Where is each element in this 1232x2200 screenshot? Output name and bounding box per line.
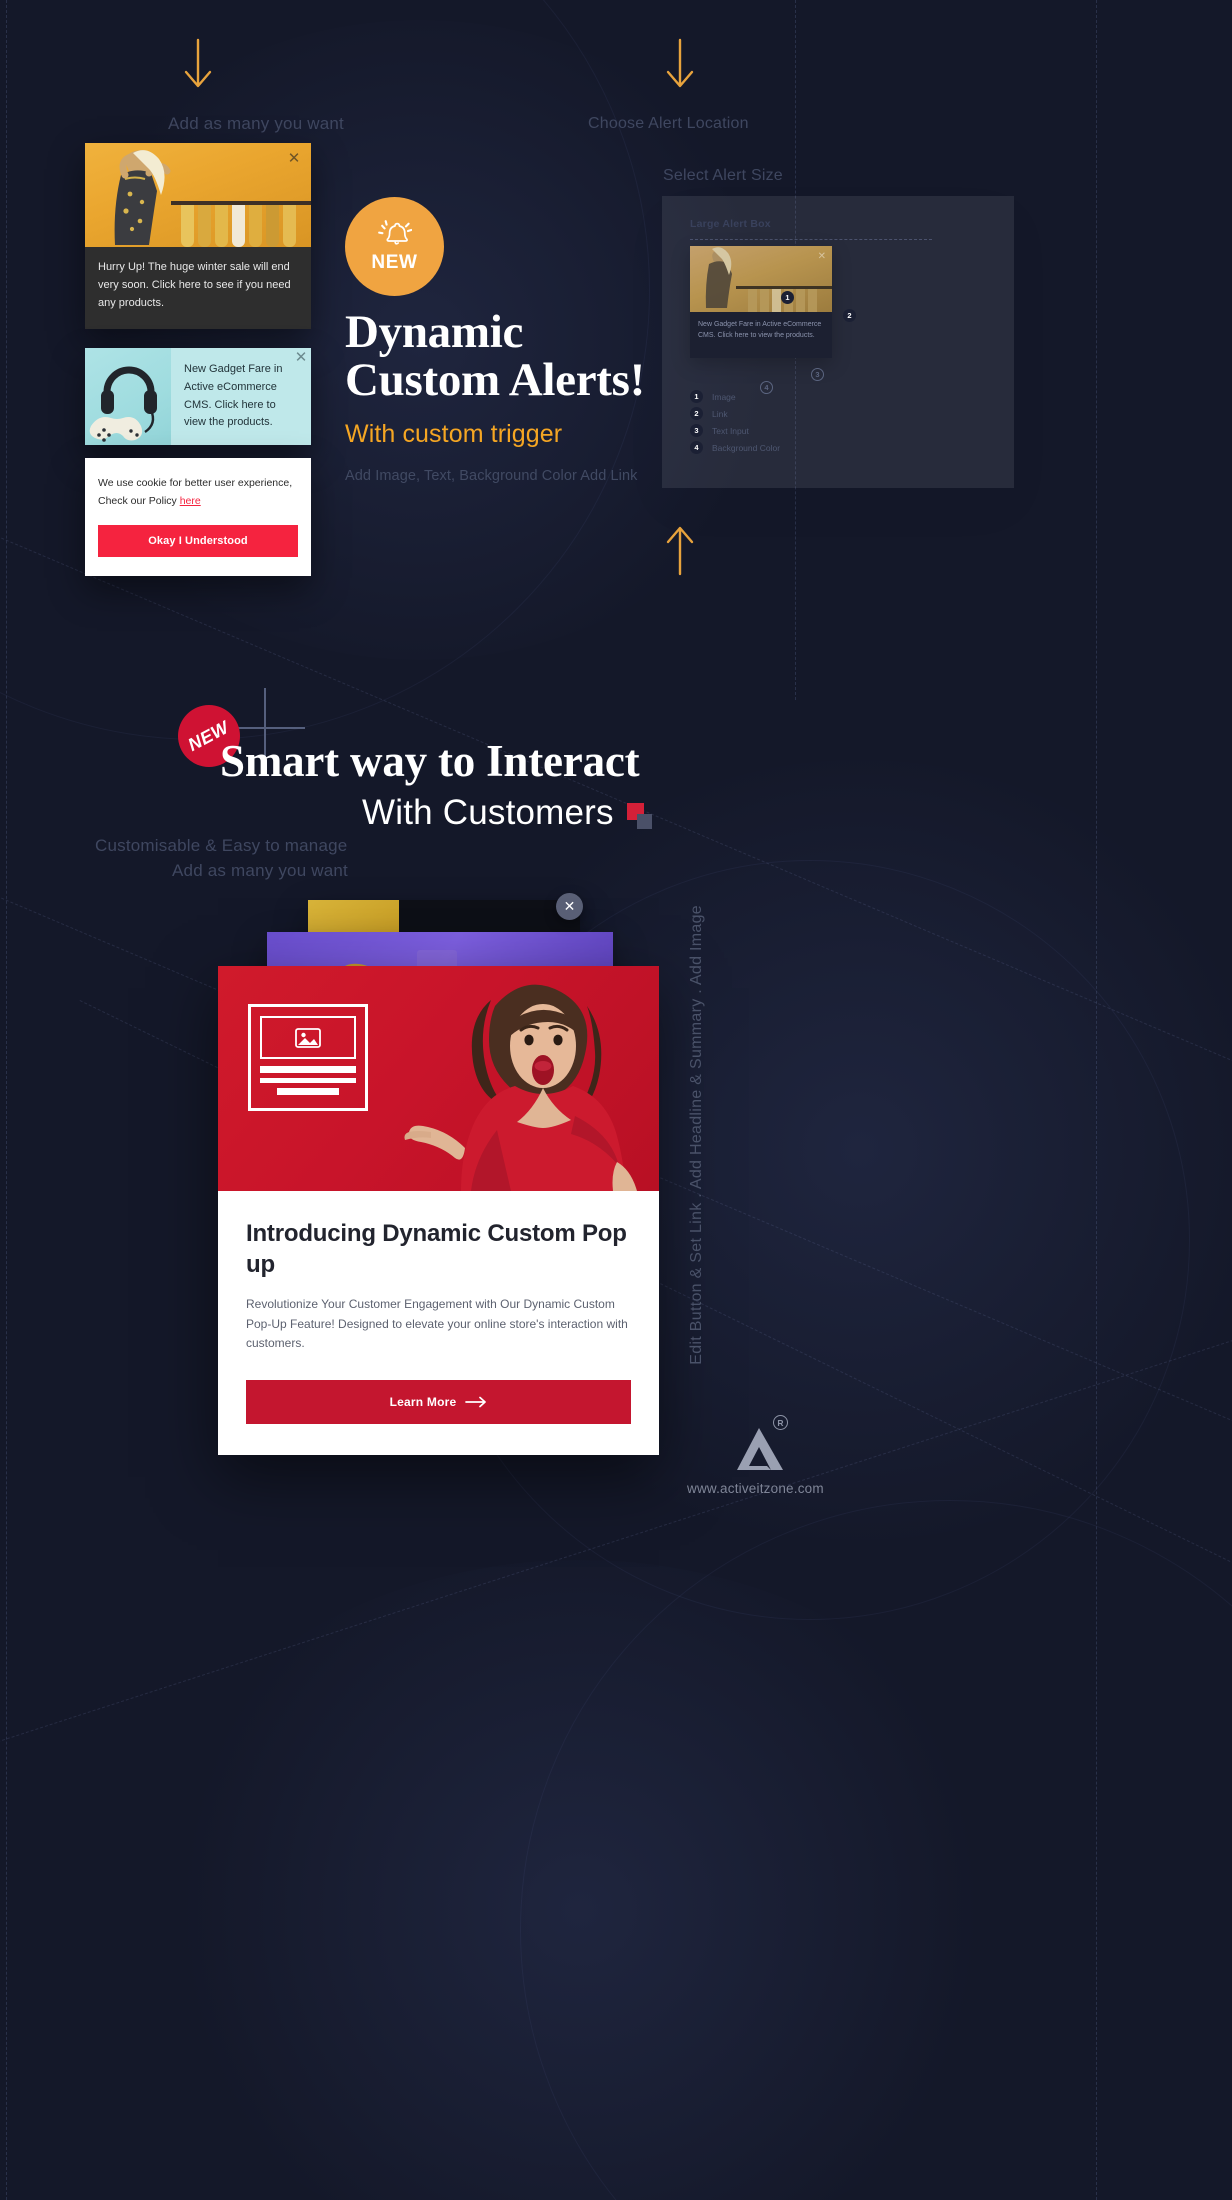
marker-4: 4 — [760, 381, 773, 394]
legend-label: Link — [712, 408, 728, 419]
section2-headline-sans: With Customers — [362, 793, 614, 832]
close-icon: ✕ — [563, 898, 576, 914]
popup-content: Introducing Dynamic Custom Pop up Revolu… — [218, 1191, 659, 1455]
picture-icon — [260, 1016, 356, 1059]
bell-icon — [377, 220, 412, 245]
legend-label: Text Input — [712, 425, 749, 436]
section2-headline-serif: Smart way to Interact — [220, 736, 640, 786]
alert-preview-panel-title: Large Alert Box — [690, 218, 771, 230]
decor-dashed-vline-left — [6, 0, 7, 2200]
alert-card-gadget[interactable]: ✕ New Gadget Fare in Active eCommerce CM… — [85, 348, 311, 445]
legend-item-link: 2 Link — [690, 407, 728, 420]
alert-text-gadget: ✕ New Gadget Fare in Active eCommerce CM… — [171, 348, 311, 445]
brand-logo: R — [733, 1415, 788, 1473]
image-placeholder-icon — [248, 1004, 368, 1111]
poster-canvas: Add as many you want ✕ Hurry Up! The hug… — [0, 0, 1232, 2200]
cookie-text: We use cookie for better user experience… — [98, 475, 298, 511]
popup-model-photo — [391, 966, 659, 1191]
legend-item-image: 1 Image — [690, 390, 736, 403]
footer-website-url: www.activeitzone.com — [687, 1481, 824, 1496]
popup-close-button[interactable]: ✕ — [556, 893, 583, 920]
popup-hero-image — [218, 966, 659, 1191]
alert-preview-card: ✕ New Gadget Fare in Active eCommerce CM… — [690, 246, 832, 359]
caption-choose-alert-location: Choose Alert Location — [588, 115, 749, 132]
section1-headline-line1: Dynamic — [345, 306, 524, 358]
alert-image-gadget — [85, 348, 171, 445]
arrow-down-right-icon — [662, 38, 698, 94]
caption-customisable: Customisable & Easy to manage — [95, 836, 348, 855]
alert-text-winter-sale: Hurry Up! The huge winter sale will end … — [85, 247, 311, 330]
close-icon[interactable]: ✕ — [286, 151, 302, 167]
registered-trademark-icon: R — [773, 1415, 788, 1430]
caption-select-alert-size: Select Alert Size — [663, 167, 783, 184]
decor-garment — [215, 205, 228, 247]
close-icon[interactable]: ✕ — [293, 350, 309, 366]
dynamic-popup-card[interactable]: Introducing Dynamic Custom Pop up Revolu… — [218, 966, 659, 1455]
section1-feature-list: Add Image, Text, Background Color Add Li… — [345, 468, 638, 484]
arrow-up-right-icon — [662, 520, 698, 576]
alert-image-fashion: ✕ — [85, 143, 311, 247]
new-badge-label: NEW — [371, 252, 418, 273]
decor-model-figure — [99, 149, 187, 247]
legend-label: Background Color — [712, 442, 781, 453]
decor-dashed-vline-right — [1096, 0, 1097, 2200]
cookie-consent-card[interactable]: We use cookie for better user experience… — [85, 458, 311, 576]
legend-number: 1 — [690, 390, 703, 403]
close-icon[interactable]: ✕ — [818, 251, 826, 262]
popup-learn-more-label: Learn More — [389, 1394, 457, 1409]
decor-garment — [232, 205, 245, 247]
caption-vertical-popup-features: Edit Button & Set Link . Add Headline & … — [688, 905, 705, 1365]
legend-number: 4 — [690, 441, 703, 454]
legend-item-text-input: 3 Text Input — [690, 424, 749, 437]
legend-item-background-color: 4 Background Color — [690, 441, 780, 454]
marker-1: 1 — [781, 291, 794, 304]
alert-card-winter-sale[interactable]: ✕ Hurry Up! The huge winter sale will en… — [85, 143, 311, 330]
cookie-policy-link[interactable]: here — [180, 495, 201, 507]
decor-garment — [266, 205, 279, 247]
decor-garment — [181, 205, 194, 247]
arrow-down-left-icon — [180, 38, 216, 94]
caption-add-as-many-bottom: Add as many you want — [172, 861, 348, 880]
decor-bar — [277, 1088, 339, 1095]
alert-preview-image: ✕ — [690, 246, 832, 312]
section1-headline-line2: Custom Alerts! — [345, 354, 645, 407]
cookie-accept-button[interactable]: Okay I Understood — [98, 524, 298, 557]
decor-garment — [283, 205, 296, 247]
decor-garment — [249, 205, 262, 247]
section1-headline: Dynamic Custom Alerts! — [345, 308, 645, 405]
popup-title: Introducing Dynamic Custom Pop up — [246, 1220, 627, 1279]
panel-divider — [690, 239, 932, 240]
legend-number: 2 — [690, 407, 703, 420]
decor-bar — [260, 1078, 356, 1083]
decor-bar — [260, 1066, 356, 1073]
popup-learn-more-button[interactable]: Learn More — [246, 1379, 631, 1424]
new-alert-badge: NEW — [345, 197, 444, 296]
decor-arc-3 — [520, 1500, 1232, 2200]
caption-add-as-many-top: Add as many you want — [168, 114, 344, 133]
marker-2: 2 — [843, 309, 856, 322]
section1-subheadline: With custom trigger — [345, 420, 563, 448]
decor-square-grey — [637, 814, 652, 829]
legend-label: Image — [712, 391, 736, 402]
marker-3: 3 — [811, 368, 824, 381]
popup-description: Revolutionize Your Customer Engagement w… — [246, 1297, 628, 1351]
alert-preview-text: New Gadget Fare in Active eCommerce CMS.… — [690, 312, 832, 359]
alert-gadget-copy: New Gadget Fare in Active eCommerce CMS.… — [184, 363, 283, 429]
arrow-right-icon — [465, 1396, 487, 1408]
legend-number: 3 — [690, 424, 703, 437]
decor-garment — [198, 205, 211, 247]
